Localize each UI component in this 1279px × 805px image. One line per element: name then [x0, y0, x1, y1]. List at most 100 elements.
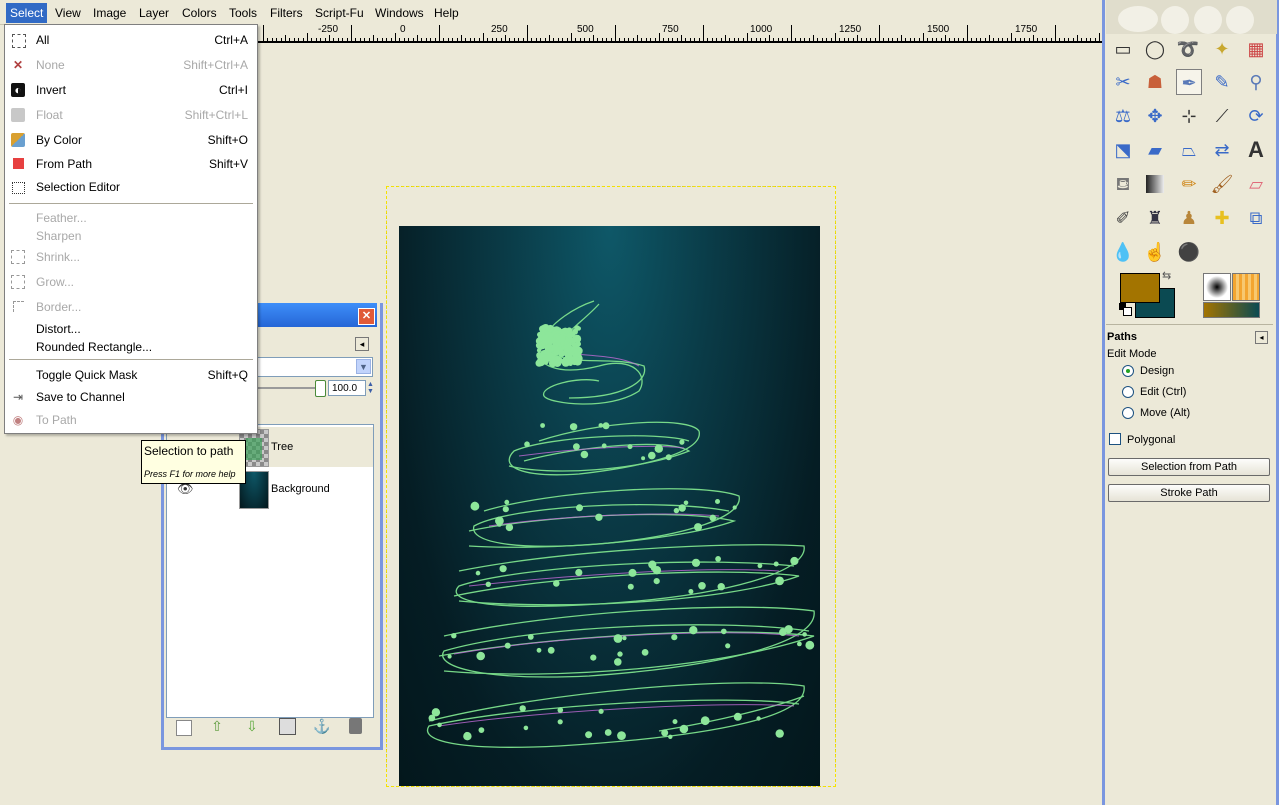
- menu-item-grow[interactable]: Grow...: [5, 273, 257, 291]
- crop-icon[interactable]: ⟋: [1209, 103, 1235, 129]
- dodge-burn-icon[interactable]: ⚫: [1176, 239, 1202, 265]
- select-by-color-icon[interactable]: ▦: [1243, 36, 1269, 62]
- text-tool-icon[interactable]: A: [1243, 137, 1269, 163]
- menu-item-from-path[interactable]: From Path Shift+V: [5, 155, 257, 173]
- radio-edit-label[interactable]: Edit (Ctrl): [1140, 386, 1186, 398]
- pencil-icon[interactable]: ✏: [1176, 171, 1202, 197]
- radio-move-label[interactable]: Move (Alt): [1140, 407, 1190, 419]
- spin-arrows-icon[interactable]: ▲ ▼: [367, 381, 375, 395]
- tree-artwork: [426, 300, 815, 748]
- bucket-fill-icon[interactable]: ⛾: [1110, 171, 1136, 197]
- radio-design-label[interactable]: Design: [1140, 365, 1174, 377]
- rect-select-icon[interactable]: ▭: [1110, 36, 1136, 62]
- close-icon[interactable]: ✕: [358, 308, 375, 325]
- menu-item-by-color[interactable]: By Color Shift+O: [5, 131, 257, 149]
- panel-menu-icon[interactable]: ◂: [355, 337, 369, 351]
- ink-icon[interactable]: ♜: [1142, 205, 1168, 231]
- paintbrush-icon[interactable]: 🖌: [1209, 171, 1235, 197]
- panel-menu-icon[interactable]: ◂: [1255, 331, 1268, 344]
- heal-icon[interactable]: ✚: [1209, 205, 1235, 231]
- foreground-color-swatch[interactable]: [1120, 273, 1160, 303]
- paths-tool-icon[interactable]: ✒: [1176, 69, 1202, 95]
- eraser-icon[interactable]: ▱: [1243, 171, 1269, 197]
- gradient-preview[interactable]: [1203, 302, 1260, 318]
- menu-image[interactable]: Image: [89, 4, 130, 22]
- ruler-tick: [628, 38, 629, 41]
- polygonal-label[interactable]: Polygonal: [1127, 434, 1175, 446]
- menu-item-rounded-rectangle[interactable]: Rounded Rectangle...: [5, 338, 257, 356]
- perspective-clone-icon[interactable]: ⧉: [1243, 205, 1269, 231]
- radio-move[interactable]: [1122, 407, 1134, 419]
- menu-item-toggle-quick-mask[interactable]: Toggle Quick Mask Shift+Q: [5, 366, 257, 384]
- menu-view[interactable]: View: [51, 4, 85, 22]
- layer-name[interactable]: Tree: [271, 441, 293, 453]
- menu-colors[interactable]: Colors: [178, 4, 221, 22]
- menu-item-feather[interactable]: Feather...: [5, 209, 257, 227]
- menu-filters[interactable]: Filters: [266, 4, 307, 22]
- polygonal-checkbox[interactable]: [1109, 433, 1121, 445]
- layer-name[interactable]: Background: [271, 483, 330, 495]
- menu-item-selection-editor[interactable]: Selection Editor: [5, 178, 257, 196]
- menu-item-invert[interactable]: ◐ Invert Ctrl+I: [5, 81, 257, 99]
- tree-bead: [668, 734, 673, 739]
- duplicate-layer-icon[interactable]: [279, 718, 296, 735]
- foreground-select-icon[interactable]: ☗: [1142, 69, 1168, 95]
- fuzzy-select-icon[interactable]: ✦: [1209, 36, 1235, 62]
- rotate-icon[interactable]: ⟳: [1243, 103, 1269, 129]
- chevron-down-icon[interactable]: ▼: [356, 359, 371, 374]
- menu-item-float[interactable]: Float Shift+Ctrl+L: [5, 106, 257, 124]
- color-picker-icon[interactable]: ✎: [1209, 69, 1235, 95]
- mode-select[interactable]: ▼: [256, 357, 373, 377]
- tree-bead: [661, 729, 669, 737]
- radio-design[interactable]: [1122, 365, 1134, 377]
- scissors-icon[interactable]: ✂: [1110, 69, 1136, 95]
- selection-from-path-button[interactable]: Selection from Path: [1108, 458, 1270, 476]
- horizontal-ruler[interactable]: -250 0 250 500 750 1000 1250 1500 1750: [257, 24, 1102, 43]
- stroke-path-button[interactable]: Stroke Path: [1108, 484, 1270, 502]
- flip-icon[interactable]: ⇄: [1209, 137, 1235, 163]
- swap-colors-icon[interactable]: ⇆: [1162, 270, 1174, 282]
- tree-bead: [566, 332, 573, 339]
- lasso-icon[interactable]: ➰: [1175, 36, 1201, 62]
- menu-script-fu[interactable]: Script-Fu: [311, 4, 368, 22]
- blend-icon[interactable]: [1142, 171, 1168, 197]
- menu-tools[interactable]: Tools: [225, 4, 261, 22]
- align-icon[interactable]: ⊹: [1176, 103, 1202, 129]
- blur-icon[interactable]: 💧: [1110, 239, 1136, 265]
- default-colors-icon[interactable]: [1119, 303, 1132, 316]
- menu-item-shrink[interactable]: Shrink...: [5, 248, 257, 266]
- opacity-value[interactable]: 100.0: [328, 380, 366, 396]
- airbrush-icon[interactable]: ✐: [1110, 205, 1136, 231]
- pattern-preview[interactable]: [1232, 273, 1260, 301]
- clone-icon[interactable]: ♟: [1176, 205, 1202, 231]
- radio-edit[interactable]: [1122, 386, 1134, 398]
- menu-item-distort[interactable]: Distort...: [5, 320, 257, 338]
- new-layer-icon[interactable]: [176, 720, 192, 736]
- menu-item-none[interactable]: ✕ None Shift+Ctrl+A: [5, 56, 257, 74]
- menu-item-sharpen[interactable]: Sharpen: [5, 227, 257, 245]
- brush-preview[interactable]: [1203, 273, 1231, 301]
- shear-icon[interactable]: ▰: [1142, 137, 1168, 163]
- scale-icon[interactable]: ⬔: [1110, 137, 1136, 163]
- measure-icon[interactable]: ⚖: [1110, 103, 1136, 129]
- move-icon[interactable]: ✥: [1142, 103, 1168, 129]
- zoom-icon[interactable]: ⚲: [1243, 69, 1269, 95]
- menu-help[interactable]: Help: [430, 4, 463, 22]
- ellipse-select-icon[interactable]: ◯: [1142, 36, 1168, 62]
- menu-windows[interactable]: Windows: [371, 4, 428, 22]
- menu-item-to-path[interactable]: ◉ To Path: [5, 411, 257, 429]
- opacity-slider-track[interactable]: [256, 387, 318, 389]
- menu-layer[interactable]: Layer: [135, 4, 173, 22]
- menu-item-save-to-channel[interactable]: ⇥ Save to Channel: [5, 388, 257, 406]
- opacity-slider-handle[interactable]: [315, 380, 326, 397]
- anchor-layer-icon[interactable]: ⚓: [313, 717, 330, 735]
- image-canvas[interactable]: [399, 226, 820, 786]
- smudge-icon[interactable]: ☝: [1142, 239, 1168, 265]
- menu-item-all[interactable]: All Ctrl+A: [5, 31, 257, 49]
- lower-layer-icon[interactable]: ⇩: [244, 717, 260, 735]
- delete-layer-icon[interactable]: [349, 718, 362, 734]
- raise-layer-icon[interactable]: ⇧: [209, 717, 225, 735]
- menu-item-border[interactable]: Border...: [5, 298, 257, 316]
- menu-select[interactable]: Select: [6, 3, 48, 23]
- perspective-icon[interactable]: ⏢: [1176, 137, 1202, 163]
